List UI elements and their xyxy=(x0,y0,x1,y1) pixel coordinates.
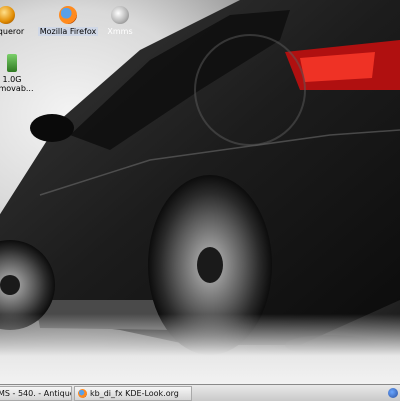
firefox-icon xyxy=(78,388,87,398)
xmms-icon xyxy=(111,6,129,24)
floor-reflection xyxy=(0,314,400,384)
taskbar-task-firefox[interactable]: kb_di_fx KDE-Look.org xyxy=(74,385,192,401)
taskbar-task-label: kb_di_fx KDE-Look.org xyxy=(90,388,179,398)
desktop-icon-xmms[interactable]: Xmms xyxy=(88,6,152,36)
desktop-icon-konqueror[interactable]: onqueror xyxy=(0,6,38,36)
desktop-wallpaper: onqueror Mozilla Firefox Xmms 1.0G remov… xyxy=(0,0,400,384)
taskbar: MS - 540. - Antique kb_di_fx KDE-Look.or… xyxy=(0,384,400,401)
desktop-icon-label: 1.0G removab... xyxy=(0,75,34,93)
desktop-icon-removable-drive[interactable]: 1.0G removab... xyxy=(0,54,44,93)
tray-icon[interactable] xyxy=(388,388,398,398)
taskbar-task-xmms[interactable]: MS - 540. - Antique xyxy=(0,385,72,401)
desktop-icon-label: Xmms xyxy=(107,27,133,36)
konqueror-icon xyxy=(0,6,15,24)
firefox-icon xyxy=(59,6,77,24)
desktop-icon-label: onqueror xyxy=(0,27,25,36)
system-tray xyxy=(385,388,400,398)
usb-drive-icon xyxy=(7,54,17,72)
taskbar-task-label: MS - 540. - Antique xyxy=(0,388,72,398)
